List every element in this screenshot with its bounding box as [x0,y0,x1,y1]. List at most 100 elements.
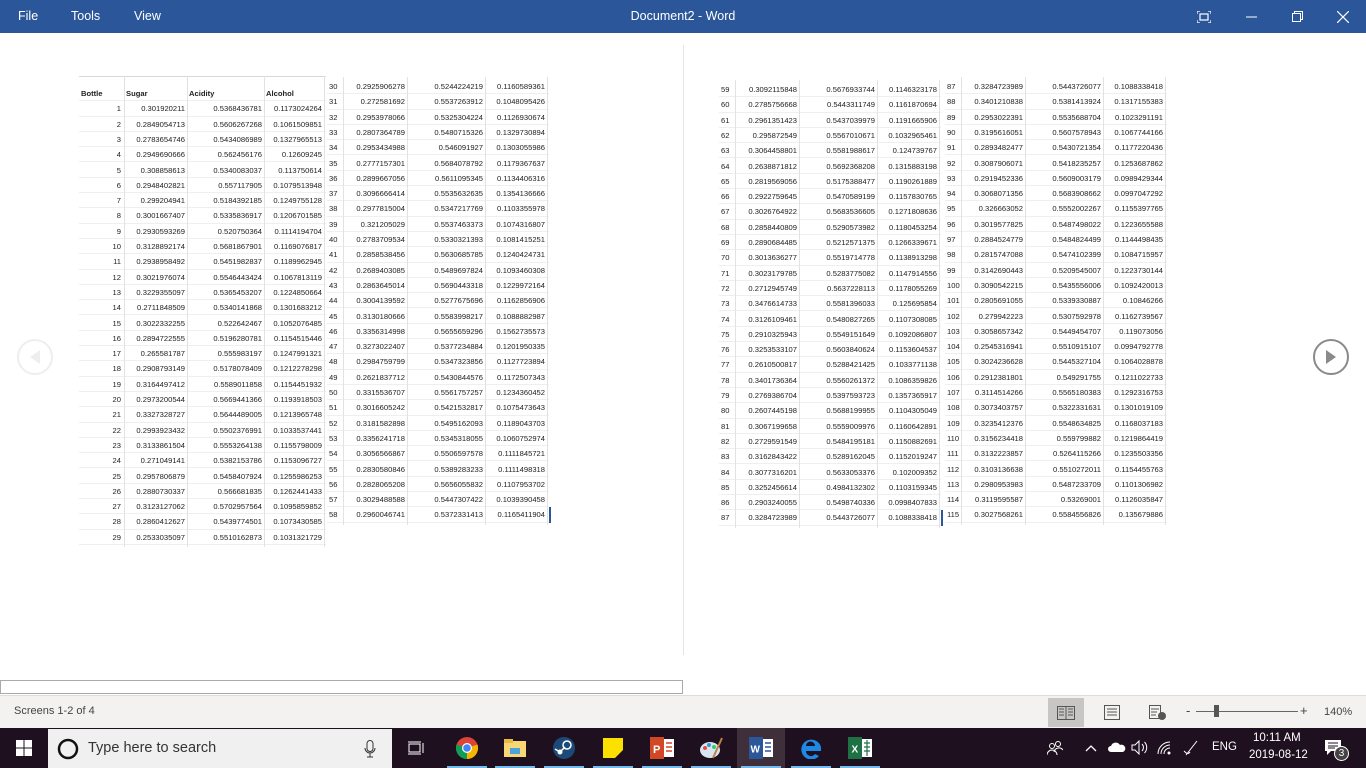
bottle-number-cell[interactable]: 44 [329,296,343,305]
bottle-number-cell[interactable]: 96 [947,220,961,229]
taskbar-steam[interactable] [540,728,588,768]
bottle-number-cell[interactable]: 34 [329,143,343,152]
alcohol-cell[interactable]: 0.1224850664 [264,288,322,297]
sugar-cell[interactable]: 0.3284723989 [735,513,797,522]
alcohol-cell[interactable]: 0.1153604537 [877,345,937,354]
focus-mode-button[interactable] [1181,0,1227,33]
acidity-cell[interactable]: 0.5681867901 [187,242,262,251]
sugar-cell[interactable]: 0.308858613 [124,166,185,175]
bottle-number-cell[interactable]: 49 [329,373,343,382]
alcohol-cell[interactable]: 0.113750614 [264,166,322,175]
sugar-cell[interactable]: 0.3027568261 [961,510,1023,519]
acidity-cell[interactable]: 0.5430844576 [407,373,483,382]
taskbar-excel[interactable]: X [836,728,884,768]
bottle-number-cell[interactable]: 52 [329,419,343,428]
acidity-cell[interactable]: 0.5510162873 [187,533,262,542]
bottle-number-cell[interactable]: 5 [79,166,121,175]
acidity-cell[interactable]: 0.5244224219 [407,82,483,91]
alcohol-cell[interactable]: 0.1086359826 [877,376,937,385]
bottle-number-cell[interactable]: 67 [721,207,735,216]
acidity-cell[interactable]: 0.559799882 [1025,434,1101,443]
acidity-cell[interactable]: 0.546091927 [407,143,483,152]
bottle-number-cell[interactable]: 41 [329,250,343,259]
alcohol-cell[interactable]: 0.1165411904 [485,510,545,519]
sugar-cell[interactable]: 0.2807364789 [343,128,405,137]
bottle-number-cell[interactable]: 107 [947,388,961,397]
acidity-cell[interactable]: 0.5535688704 [1025,113,1101,122]
bottle-number-cell[interactable]: 4 [79,150,121,159]
alcohol-cell[interactable]: 0.125695854 [877,299,937,308]
alcohol-cell[interactable]: 0.1092086807 [877,330,937,339]
alcohol-cell[interactable]: 0.1111498318 [485,465,545,474]
bottle-number-cell[interactable]: 69 [721,238,735,247]
bottle-number-cell[interactable]: 110 [947,434,961,443]
sugar-cell[interactable]: 0.2908793149 [124,364,185,373]
alcohol-cell[interactable]: 0.119073056 [1103,327,1163,336]
alcohol-cell[interactable]: 0.1155798009 [264,441,322,450]
sugar-cell[interactable]: 0.3026764922 [735,207,797,216]
acidity-cell[interactable]: 0.5637228113 [799,284,875,293]
sugar-cell[interactable]: 0.3195616051 [961,128,1023,137]
bottle-number-cell[interactable]: 22 [79,426,121,435]
bottle-number-cell[interactable]: 13 [79,288,121,297]
pen-icon[interactable] [1183,739,1199,756]
acidity-cell[interactable]: 0.5474102399 [1025,250,1101,259]
sugar-cell[interactable]: 0.3133861504 [124,441,185,450]
sugar-cell[interactable]: 0.3126109461 [735,315,797,324]
bottle-number-cell[interactable]: 28 [79,517,121,526]
bottle-number-cell[interactable]: 55 [329,465,343,474]
sugar-cell[interactable]: 0.3021976074 [124,273,185,282]
alcohol-cell[interactable]: 0.1146323178 [877,85,937,94]
alcohol-cell[interactable]: 0.1180453254 [877,223,937,232]
sugar-cell[interactable]: 0.3142690443 [961,266,1023,275]
next-screen-button[interactable] [1313,339,1349,375]
zoom-in-button[interactable]: + [1300,703,1308,718]
alcohol-cell[interactable]: 0.1357365917 [877,391,937,400]
alcohol-cell[interactable]: 0.1064028878 [1103,357,1163,366]
bottle-number-cell[interactable]: 9 [79,227,121,236]
acidity-cell[interactable]: 0.5435556006 [1025,281,1101,290]
bottle-number-cell[interactable]: 73 [721,299,735,308]
acidity-cell[interactable]: 0.5565180383 [1025,388,1101,397]
sugar-cell[interactable]: 0.3013636277 [735,253,797,262]
sugar-cell[interactable]: 0.3164497412 [124,380,185,389]
sugar-cell[interactable]: 0.2903240055 [735,498,797,507]
acidity-cell[interactable]: 0.5655659296 [407,327,483,336]
alcohol-cell[interactable]: 0.1153096727 [264,456,322,465]
sugar-cell[interactable]: 0.2689403085 [343,266,405,275]
acidity-cell[interactable]: 0.5443726077 [1025,82,1101,91]
bottle-number-cell[interactable]: 71 [721,269,735,278]
acidity-cell[interactable]: 0.5498740336 [799,498,875,507]
sugar-cell[interactable]: 0.3056566867 [343,449,405,458]
taskbar-edge[interactable] [787,728,835,768]
sugar-cell[interactable]: 0.3103136638 [961,465,1023,474]
sugar-cell[interactable]: 0.3001667407 [124,211,185,220]
alcohol-cell[interactable]: 0.1168037183 [1103,419,1163,428]
sugar-cell[interactable]: 0.2849054713 [124,120,185,129]
alcohol-cell[interactable]: 0.1079513948 [264,181,322,190]
acidity-cell[interactable]: 0.5510915107 [1025,342,1101,351]
sugar-cell[interactable]: 0.3022332255 [124,319,185,328]
acidity-cell[interactable]: 0.5443726077 [799,513,875,522]
alcohol-cell[interactable]: 0.1223655588 [1103,220,1163,229]
bottle-number-cell[interactable]: 8 [79,211,121,220]
alcohol-cell[interactable]: 0.1061509851 [264,120,322,129]
acidity-cell[interactable]: 0.5381413924 [1025,97,1101,106]
bottle-number-cell[interactable]: 115 [947,510,961,519]
menu-tools[interactable]: Tools [71,9,100,23]
alcohol-cell[interactable]: 0.1160642891 [877,422,937,431]
bottle-number-cell[interactable]: 80 [721,406,735,415]
people-icon[interactable] [1047,740,1063,756]
bottle-number-cell[interactable]: 61 [721,116,735,125]
acidity-cell[interactable]: 0.5487233709 [1025,480,1101,489]
sugar-cell[interactable]: 0.2777157301 [343,159,405,168]
acidity-cell[interactable]: 0.5484195181 [799,437,875,446]
bottle-number-cell[interactable]: 6 [79,181,121,190]
acidity-cell[interactable]: 0.5537463373 [407,220,483,229]
sugar-cell[interactable]: 0.3315536707 [343,388,405,397]
bottle-number-cell[interactable]: 3 [79,135,121,144]
bottle-number-cell[interactable]: 114 [947,495,961,504]
alcohol-cell[interactable]: 0.1162739567 [1103,312,1163,321]
bottle-number-cell[interactable]: 101 [947,296,961,305]
alcohol-cell[interactable]: 0.1114194704 [264,227,322,236]
